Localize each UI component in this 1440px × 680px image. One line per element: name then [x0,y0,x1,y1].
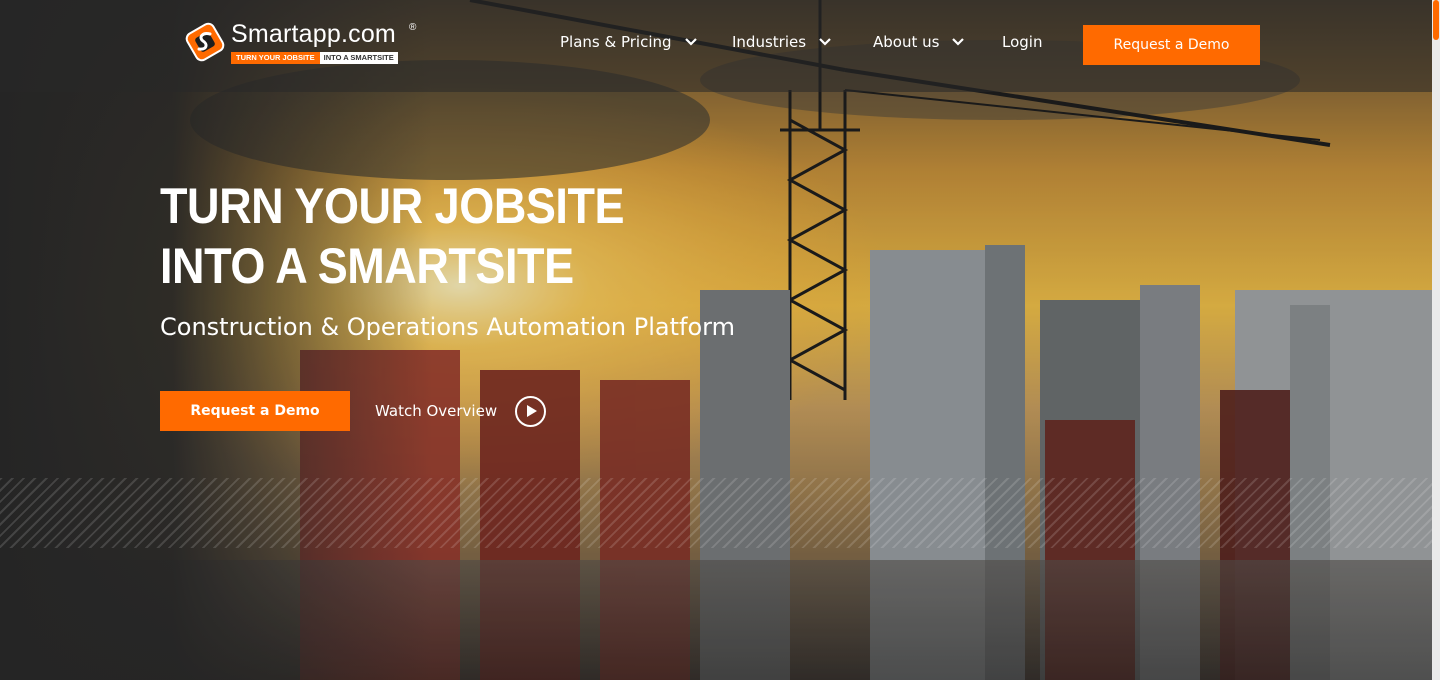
nav-industries[interactable]: Industries [732,33,832,51]
tagline-left: TURN YOUR JOBSITE [231,52,320,64]
chevron-down-icon [684,38,697,46]
page-scrollbar[interactable] [1432,0,1440,680]
hatched-band [0,478,1432,548]
brand-name: Smartapp.com [231,20,396,48]
request-demo-hero-button[interactable]: Request a Demo [160,391,350,431]
registered-mark: ® [409,22,417,33]
brand-tagline: TURN YOUR JOBSITE INTO A SMARTSITE [231,52,398,64]
watch-overview-label: Watch Overview [375,402,498,420]
logo[interactable]: Smartapp.com ® TURN YOUR JOBSITE INTO A … [183,20,423,68]
hero-subtitle: Construction & Operations Automation Pla… [160,313,735,341]
tagline-right: INTO A SMARTSITE [319,52,398,64]
logo-mark-icon [185,22,225,62]
nav-about-us[interactable]: About us [873,33,965,51]
nav-plans-pricing[interactable]: Plans & Pricing [560,33,698,51]
hero-title: TURN YOUR JOBSITE INTO A SMARTSITE [160,176,676,296]
nav-label: Industries [732,33,807,51]
chevron-down-icon [952,38,965,46]
scrollbar-thumb[interactable] [1433,0,1439,40]
hero-title-line-1: TURN YOUR JOBSITE [160,178,625,234]
site-header: Smartapp.com ® TURN YOUR JOBSITE INTO A … [0,0,1432,92]
request-demo-header-button[interactable]: Request a Demo [1083,25,1260,65]
watch-overview-link[interactable]: Watch Overview [375,395,547,427]
hero-title-line-2: INTO A SMARTSITE [160,238,574,294]
login-link[interactable]: Login [1002,33,1042,51]
chevron-down-icon [819,38,831,46]
play-icon[interactable] [515,395,547,427]
nav-label: About us [873,33,940,51]
nav-label: Plans & Pricing [560,33,672,51]
